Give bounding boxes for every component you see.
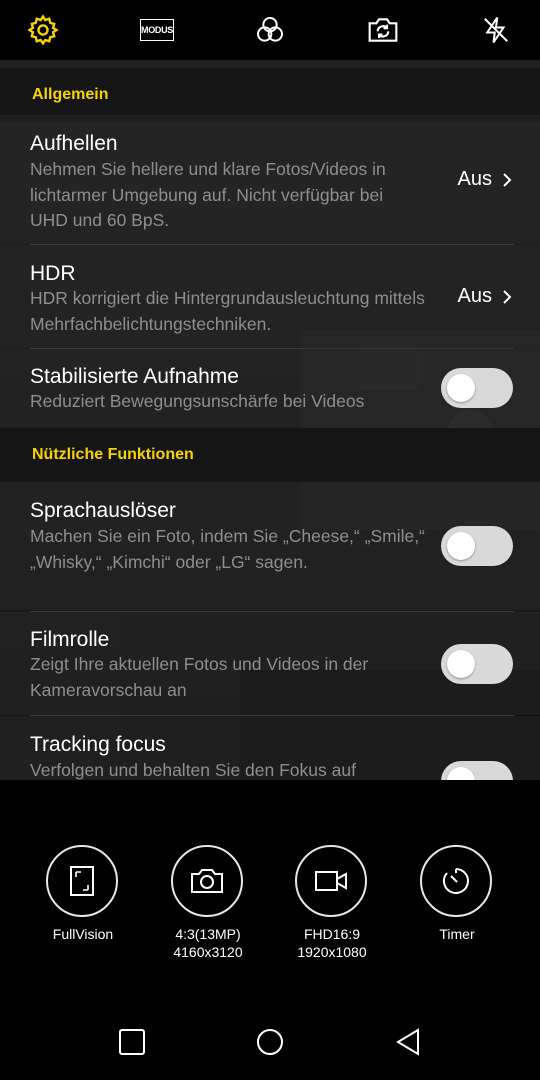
chevron-right-icon [503, 172, 512, 187]
camera-icon [191, 869, 223, 893]
setting-row-stabilisierte-aufnahme[interactable]: Stabilisierte Aufnahme Reduziert Bewegun… [0, 349, 540, 427]
setting-title: Tracking focus [30, 733, 166, 756]
setting-description: Nehmen Sie hellere und klare Fotos/Video… [30, 159, 386, 230]
fullvision-button[interactable] [46, 845, 118, 917]
film-roll-toggle[interactable] [441, 644, 513, 684]
mode-label-line1: FHD16:9 [303, 926, 361, 942]
setting-title: HDR [30, 262, 76, 285]
video-resolution-button[interactable] [295, 845, 367, 917]
settings-gear-icon[interactable] [23, 10, 63, 50]
setting-value[interactable]: Aus [458, 285, 512, 308]
toggle-knob [447, 374, 475, 402]
top-toolbar: MODUS [0, 0, 540, 60]
voice-shutter-toggle[interactable] [441, 526, 513, 566]
mode-button[interactable]: MODUS [137, 10, 177, 50]
toggle-knob [447, 532, 475, 560]
setting-row-aufhellen[interactable]: Aufhellen Nehmen Sie hellere und klare F… [0, 115, 540, 244]
setting-title: Sprachauslöser [30, 499, 176, 522]
mode-icon: MODUS [140, 19, 174, 41]
timer-icon [442, 868, 469, 894]
setting-description: Verfolgen und behalten Sie den Fokus auf [30, 760, 356, 780]
home-circle-icon[interactable] [250, 1022, 290, 1062]
setting-row-tracking-focus[interactable]: Tracking focus Verfolgen und behalten Si… [0, 716, 540, 780]
video-resolution-label: FHD16:9 1920x1080 [262, 925, 402, 961]
fullvision-icon [70, 866, 94, 896]
timer-label: Timer [387, 925, 527, 943]
setting-value-text: Aus [457, 168, 492, 190]
mode-label: MODUS [141, 25, 173, 35]
setting-value[interactable]: Aus [458, 168, 512, 191]
settings-panel[interactable]: Allgemein Aufhellen Nehmen Sie hellere u… [0, 60, 540, 780]
setting-description: HDR korrigiert die Hintergrundausleuchtu… [30, 288, 425, 334]
fullvision-label: FullVision [13, 925, 153, 943]
mode-label-line1: 4:3(13MP) [175, 926, 241, 942]
setting-row-sprachausloeser[interactable]: Sprachauslöser Machen Sie ein Foto, inde… [0, 482, 540, 610]
toggle-knob [447, 767, 475, 780]
toggle-knob [447, 650, 475, 678]
timer-button[interactable] [420, 845, 492, 917]
recents-square-icon[interactable] [112, 1022, 152, 1062]
setting-row-filmrolle[interactable]: Filmrolle Zeigt Ihre aktuellen Fotos und… [0, 612, 540, 715]
video-camera-icon [315, 871, 347, 891]
photo-resolution-button[interactable] [171, 845, 243, 917]
mode-label-line1: Timer [439, 926, 475, 942]
section-title: Allgemein [32, 86, 109, 103]
setting-title: Filmrolle [30, 628, 110, 651]
section-header-useful-functions: Nützliche Funktionen [0, 428, 540, 482]
setting-description: Zeigt Ihre aktuellen Fotos und Videos in… [30, 654, 369, 700]
setting-description: Reduziert Bewegungsunschärfe bei Videos [30, 391, 365, 411]
mode-label-line1: FullVision [52, 926, 114, 942]
setting-title: Stabilisierte Aufnahme [30, 365, 239, 388]
setting-title: Aufhellen [30, 132, 118, 155]
setting-description: Machen Sie ein Foto, indem Sie „Cheese,“… [30, 526, 425, 572]
setting-value-text: Aus [457, 285, 492, 307]
stabilization-toggle[interactable] [441, 368, 513, 408]
chevron-right-icon [503, 289, 512, 304]
section-header-general: Allgemein [0, 68, 540, 122]
tracking-focus-toggle[interactable] [441, 761, 513, 780]
photo-resolution-label: 4:3(13MP) 4160x3120 [138, 925, 278, 961]
back-triangle-icon[interactable] [388, 1022, 428, 1062]
setting-row-hdr[interactable]: HDR HDR korrigiert die Hintergrundausleu… [0, 245, 540, 348]
section-title: Nützliche Funktionen [32, 446, 194, 463]
mode-label-line2: 4160x3120 [173, 944, 243, 960]
mode-label-line2: 1920x1080 [297, 944, 367, 960]
flash-off-icon[interactable] [476, 10, 516, 50]
switch-camera-icon[interactable] [363, 10, 403, 50]
filters-icon[interactable] [250, 10, 290, 50]
